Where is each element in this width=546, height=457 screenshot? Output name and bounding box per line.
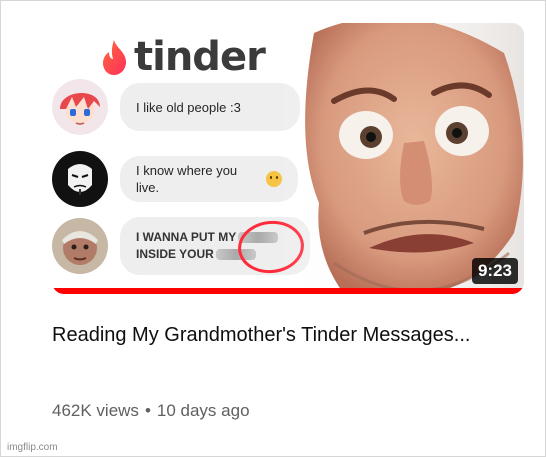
video-metadata: 462K views • 10 days ago — [52, 401, 250, 421]
upload-age: 10 days ago — [156, 401, 250, 420]
watch-progress-bar — [52, 288, 524, 294]
video-title[interactable]: Reading My Grandmother's Tinder Messages… — [52, 321, 472, 350]
meta-separator: • — [144, 401, 151, 420]
anonymous-mask-avatar-icon — [52, 151, 108, 207]
tinder-logo: tinder — [100, 34, 266, 80]
chat-message-1: I like old people :3 — [52, 79, 300, 135]
message-line-2: INSIDE YOUR — [136, 247, 214, 261]
imgflip-watermark: imgflip.com — [7, 442, 58, 453]
anime-avatar-icon — [52, 79, 108, 135]
video-thumbnail[interactable]: tinder I like old people :3 I know where… — [52, 23, 524, 294]
chat-message-2: I know where you live. — [52, 151, 298, 207]
tinder-flame-icon — [103, 40, 126, 75]
message-line-1: I WANNA PUT MY — [136, 230, 237, 244]
message-bubble: I know where you live. — [120, 156, 298, 202]
duration-badge: 9:23 — [471, 258, 518, 284]
view-count: 462K views — [52, 401, 139, 420]
brand-name: tinder — [134, 34, 266, 80]
shocked-man-face — [274, 23, 524, 294]
message-text: I know where you live. — [136, 163, 238, 195]
message-text: I like old people :3 — [136, 99, 241, 115]
grandmother-avatar-icon — [52, 218, 108, 274]
message-bubble: I like old people :3 — [120, 83, 300, 131]
screenshot-frame: tinder I like old people :3 I know where… — [0, 0, 546, 457]
